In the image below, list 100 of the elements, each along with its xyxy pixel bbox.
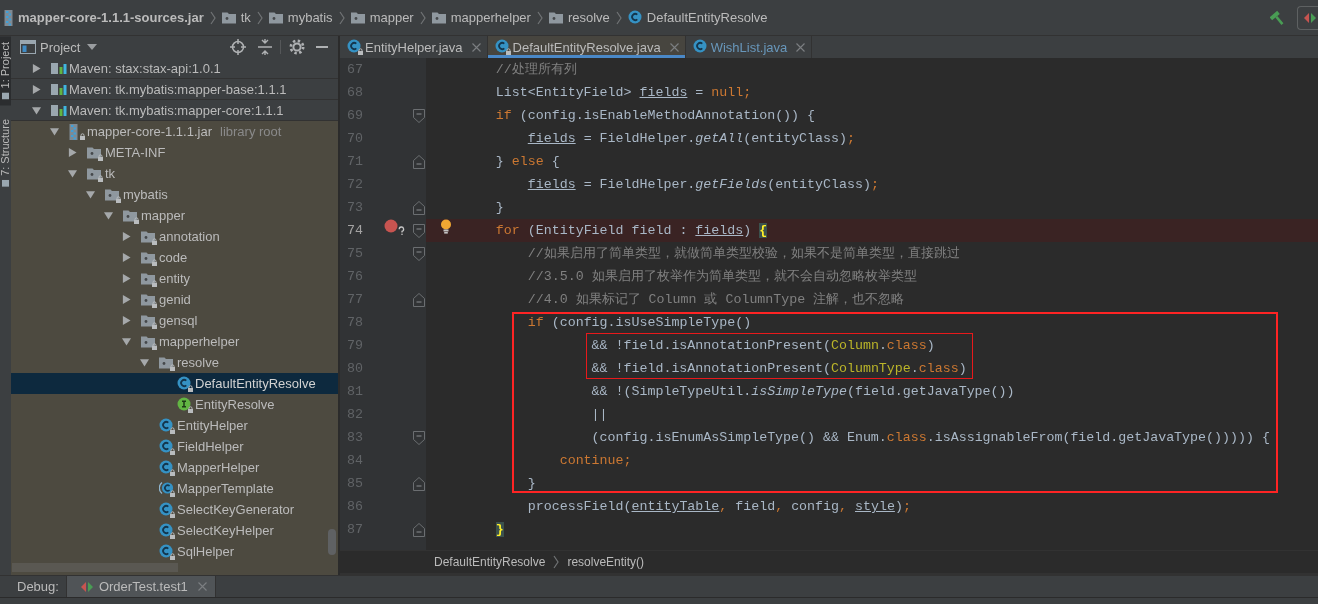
tree-item[interactable]: mapper-core-1.1.1.jar library root: [11, 121, 338, 142]
tree-item[interactable]: EntityHelper: [11, 415, 338, 436]
chevron-icon: [419, 10, 426, 25]
tree-item[interactable]: tk: [11, 163, 338, 184]
breadcrumb-item[interactable]: tk: [221, 9, 251, 26]
fold-marker-icon[interactable]: [413, 292, 425, 307]
archive-icon: [69, 123, 85, 140]
class-icon: [159, 438, 175, 455]
breakpoint-icon[interactable]: [384, 219, 406, 235]
code-line: for (EntityField field : fields) {: [495, 223, 768, 238]
tree-item[interactable]: Maven: tk.mybatis:mapper-core:1.1.1: [11, 100, 338, 121]
fold-marker-icon[interactable]: [413, 476, 425, 491]
tree-item[interactable]: META-INF: [11, 142, 338, 163]
fold-marker-icon[interactable]: [413, 108, 425, 123]
view-dropdown[interactable]: Project: [20, 39, 98, 55]
triangle-down-icon[interactable]: [31, 105, 41, 115]
abstract-class-icon: [159, 480, 175, 497]
tree-item[interactable]: Maven: stax:stax-api:1.0.1: [11, 58, 338, 79]
breadcrumb-item[interactable]: mapper-core-1.1.1-sources.jar: [4, 9, 204, 26]
fold-marker-icon[interactable]: [413, 223, 425, 238]
fold-marker-icon[interactable]: [413, 200, 425, 215]
breadcrumb-item[interactable]: DefaultEntityResolve: [434, 555, 546, 569]
toolbar-button[interactable]: [1297, 5, 1318, 30]
tree-item[interactable]: gensql: [11, 310, 338, 331]
code-editor[interactable]: [340, 58, 1318, 550]
close-icon[interactable]: [471, 42, 481, 52]
code-line: //4.0 如果标记了 Column 或 ColumnType 注解，也不忽略: [527, 292, 905, 307]
tree-item[interactable]: annotation: [11, 226, 338, 247]
breadcrumb-item[interactable]: resolveEntity(): [567, 555, 645, 569]
chevron-icon: [209, 10, 216, 25]
crosshair-icon[interactable]: [230, 39, 246, 55]
scrollbar-thumb[interactable]: [12, 563, 178, 572]
hammer-icon[interactable]: [1270, 9, 1286, 26]
triangle-down-icon[interactable]: [85, 190, 95, 199]
debug-tab[interactable]: OrderTest.test1: [65, 576, 216, 597]
line-number: 74: [347, 223, 363, 238]
tree-item[interactable]: mybatis: [11, 184, 338, 205]
breadcrumb-item[interactable]: mapper: [350, 9, 414, 26]
triangle-down-icon[interactable]: [67, 169, 77, 178]
triangle-down-icon[interactable]: [103, 211, 113, 220]
chevron-icon: [615, 10, 622, 25]
code-line: //如果启用了简单类型，就做简单类型校验，如果不是简单类型，直接跳过: [527, 246, 960, 261]
tree-item[interactable]: genid: [11, 289, 338, 310]
scrollbar-thumb[interactable]: [328, 529, 336, 555]
chevron-icon: [536, 10, 543, 25]
tree-item[interactable]: entity: [11, 268, 338, 289]
arrows-icon: [80, 580, 93, 593]
class-icon: [627, 9, 644, 26]
triangle-right-icon[interactable]: [67, 148, 77, 157]
code-line: } else {: [495, 154, 560, 169]
triangle-down-icon[interactable]: [139, 358, 149, 367]
library-icon: [51, 60, 67, 76]
triangle-down-icon[interactable]: [121, 337, 131, 346]
fold-marker-icon[interactable]: [413, 522, 425, 537]
collapse-icon[interactable]: [258, 39, 272, 55]
library-icon: [51, 81, 67, 97]
tree-item[interactable]: EntityResolve: [11, 394, 338, 415]
tree-item[interactable]: DefaultEntityResolve: [11, 373, 338, 394]
tree-item[interactable]: SelectKeyHelper: [11, 520, 338, 541]
code-line: }: [527, 476, 536, 491]
triangle-right-icon[interactable]: [121, 274, 131, 283]
code-line: //3.5.0 如果启用了枚举作为简单类型，就不会自动忽略枚举类型: [527, 269, 917, 284]
fold-marker-icon[interactable]: [413, 430, 425, 445]
interface-icon: [177, 396, 193, 413]
breadcrumb-item[interactable]: DefaultEntityResolve: [627, 9, 768, 26]
tree-item[interactable]: mapperhelper: [11, 331, 338, 352]
breadcrumb-item[interactable]: resolve: [548, 9, 610, 26]
tree-item[interactable]: resolve: [11, 352, 338, 373]
breadcrumb-item[interactable]: mybatis: [268, 9, 333, 26]
triangle-right-icon[interactable]: [121, 232, 131, 241]
triangle-right-icon[interactable]: [31, 63, 41, 73]
close-icon[interactable]: [669, 42, 679, 52]
settings-icon[interactable]: [289, 39, 305, 55]
tree-item[interactable]: SqlHelper: [11, 541, 338, 562]
close-icon[interactable]: [796, 42, 806, 52]
triangle-right-icon[interactable]: [31, 84, 41, 94]
chevron-icon: [338, 10, 345, 25]
code-line: fields = FieldHelper.getFields(entityClass);: [527, 177, 879, 192]
breadcrumb-item[interactable]: mapperhelper: [431, 9, 531, 26]
fold-marker-icon[interactable]: [413, 246, 425, 261]
tree-item[interactable]: mapper: [11, 205, 338, 226]
arrows-icon: [1304, 11, 1316, 24]
item-note: library root: [220, 124, 282, 139]
code-line: if (config.isUseSimpleType(): [527, 315, 752, 330]
project-tree[interactable]: [11, 58, 338, 575]
triangle-right-icon[interactable]: [121, 295, 131, 304]
square-icon: [2, 180, 9, 188]
editor-tab[interactable]: DefaultEntityResolve.java: [487, 36, 686, 58]
fold-marker-icon[interactable]: [413, 154, 425, 169]
triangle-right-icon[interactable]: [121, 316, 131, 325]
tree-item[interactable]: SelectKeyGenerator: [11, 499, 338, 520]
code-line: if (config.isEnableMethodAnnotation()) {: [495, 108, 816, 123]
tree-item[interactable]: MapperHelper: [11, 457, 338, 478]
triangle-right-icon[interactable]: [121, 253, 131, 262]
tree-item[interactable]: MapperTemplate: [11, 478, 338, 499]
triangle-down-icon[interactable]: [49, 127, 59, 136]
tree-item[interactable]: Maven: tk.mybatis:mapper-base:1.1.1: [11, 79, 338, 100]
tree-item[interactable]: FieldHelper: [11, 436, 338, 457]
tree-item[interactable]: code: [11, 247, 338, 268]
lightbulb-icon[interactable]: [440, 219, 452, 235]
